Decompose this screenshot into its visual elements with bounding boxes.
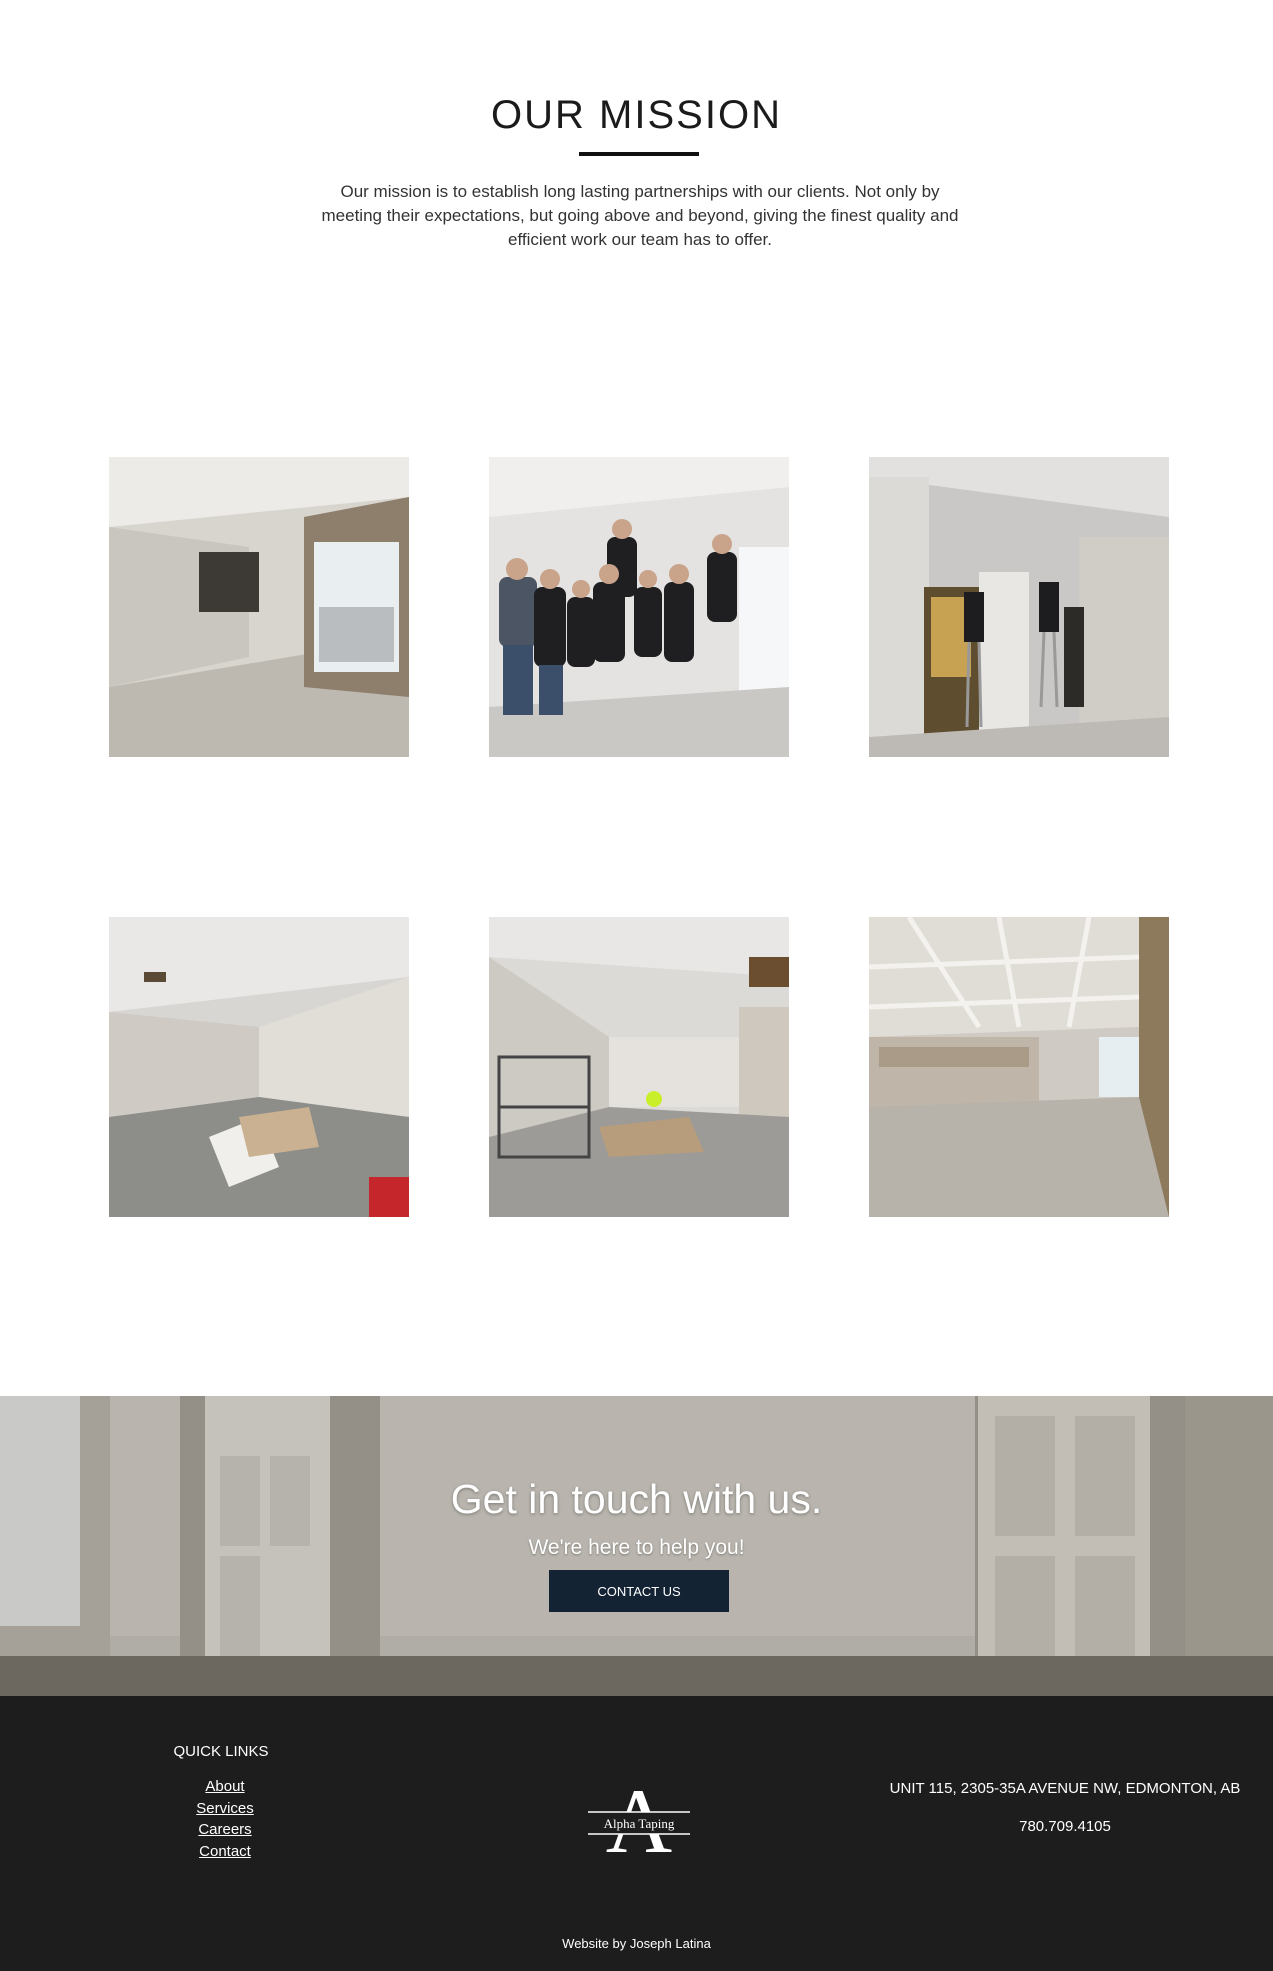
quick-links-title: QUICK LINKS bbox=[173, 1743, 269, 1760]
gallery-photo-debris-room[interactable] bbox=[109, 917, 409, 1217]
website-credit: Website by Joseph Latina bbox=[562, 1936, 711, 1951]
site-footer: QUICK LINKS About Services Careers Conta… bbox=[0, 1696, 1273, 1971]
mission-title: OUR MISSION bbox=[491, 93, 782, 137]
footer-link-careers[interactable]: Careers bbox=[198, 1821, 251, 1838]
logo-wordmark: Alpha Taping bbox=[604, 1816, 675, 1831]
mission-section: OUR MISSION Our mission is to establish … bbox=[0, 0, 1273, 1396]
quick-links-list: About Services Careers Contact bbox=[150, 1776, 300, 1862]
gallery-photo-scaffolding[interactable] bbox=[489, 917, 789, 1217]
cta-subtitle: We're here to help you! bbox=[528, 1536, 745, 1559]
gallery-photo-workers-stilts[interactable] bbox=[869, 457, 1169, 757]
gallery-photo-crew[interactable] bbox=[489, 457, 789, 757]
gallery-photo-empty-room[interactable] bbox=[109, 457, 409, 757]
footer-address: UNIT 115, 2305-35A AVENUE NW, EDMONTON, … bbox=[889, 1780, 1241, 1797]
title-underline bbox=[579, 152, 699, 156]
footer-phone[interactable]: 780.709.4105 bbox=[860, 1818, 1270, 1835]
gallery-photo-finished-ceiling[interactable] bbox=[869, 917, 1169, 1217]
cta-title: Get in touch with us. bbox=[450, 1476, 823, 1522]
alpha-taping-logo[interactable]: A Alpha Taping bbox=[584, 1770, 694, 1872]
footer-link-contact[interactable]: Contact bbox=[199, 1843, 251, 1860]
footer-link-about[interactable]: About bbox=[205, 1778, 244, 1795]
mission-text: Our mission is to establish long lasting… bbox=[321, 182, 959, 249]
footer-link-services[interactable]: Services bbox=[196, 1800, 254, 1817]
contact-us-button[interactable]: CONTACT US bbox=[549, 1570, 729, 1612]
contact-cta-section: Get in touch with us. We're here to help… bbox=[0, 1396, 1273, 1696]
